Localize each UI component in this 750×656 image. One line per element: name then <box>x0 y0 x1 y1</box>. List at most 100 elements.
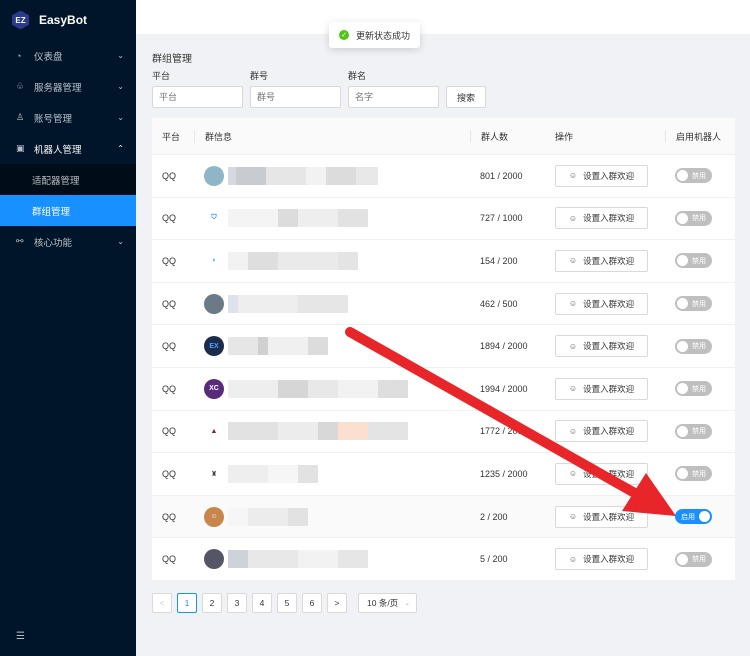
enable-bot-toggle[interactable]: 禁用 <box>675 381 712 397</box>
page-button[interactable]: 6 <box>302 592 322 613</box>
toggle-label: 禁用 <box>692 556 706 564</box>
redacted-group-name <box>228 209 368 228</box>
sidebar-item-core[interactable]: ⚯ 核心功能 ⌄ <box>0 226 136 257</box>
row-platform: QQ <box>162 554 177 565</box>
row-enable: 启用 <box>665 509 735 525</box>
page-button[interactable]: 3 <box>227 592 247 613</box>
search-button[interactable]: 搜索 <box>446 86 487 108</box>
col-platform: 平台 <box>162 131 181 142</box>
sidebar-item-groups[interactable]: 群组管理 <box>0 195 136 226</box>
row-actions: ☺ 设置入群欢迎 <box>545 548 665 571</box>
enable-bot-toggle[interactable]: 禁用 <box>675 253 712 269</box>
chevron-up-icon: ⌃ <box>117 144 124 153</box>
set-welcome-button[interactable]: ☺ 设置入群欢迎 <box>555 249 648 272</box>
row-enable: 禁用 <box>665 423 735 439</box>
row-platform: QQ <box>162 426 177 437</box>
row-group-info: ▲ <box>194 421 470 442</box>
set-welcome-label: 设置入群欢迎 <box>583 426 635 437</box>
enable-bot-toggle[interactable]: 启用 <box>675 509 712 525</box>
table-row: QQ EX 1894 / 2000 ☺ 设置入群欢迎 禁用 <box>152 325 735 368</box>
enable-bot-toggle[interactable]: 禁用 <box>675 466 712 482</box>
table-row: QQ ◗ 154 / 200 ☺ 设置入群欢迎 禁用 <box>152 240 735 283</box>
row-enable: 禁用 <box>665 296 735 312</box>
table-row: QQ XC 1994 / 2000 ☺ 设置入群欢迎 禁用 <box>152 368 735 411</box>
sidebar-item-dashboard[interactable]: ◔ 仪表盘 ⌄ <box>0 40 136 71</box>
enable-bot-toggle[interactable]: 禁用 <box>675 338 712 354</box>
platform-input[interactable] <box>152 86 243 108</box>
set-welcome-button[interactable]: ☺ 设置入群欢迎 <box>555 462 648 485</box>
sidebar-item-label: 核心功能 <box>34 237 73 249</box>
row-group-info <box>194 549 470 570</box>
toggle-knob <box>677 383 688 395</box>
set-welcome-button[interactable]: ☺ 设置入群欢迎 <box>555 164 648 187</box>
row-group-info: EX <box>194 336 470 357</box>
set-welcome-button[interactable]: ☺ 设置入群欢迎 <box>555 420 648 443</box>
toggle-knob <box>677 553 688 565</box>
row-group-info <box>194 293 470 314</box>
row-platform: QQ <box>162 383 177 394</box>
set-welcome-label: 设置入群欢迎 <box>583 213 635 224</box>
col-members: 群人数 <box>470 129 545 143</box>
toggle-label: 禁用 <box>692 172 706 180</box>
row-members: 727 / 1000 <box>480 213 523 224</box>
set-welcome-button[interactable]: ☺ 设置入群欢迎 <box>555 335 648 358</box>
enable-bot-toggle[interactable]: 禁用 <box>675 551 712 567</box>
enable-bot-toggle[interactable]: 禁用 <box>675 210 712 226</box>
redacted-group-name <box>228 507 308 526</box>
set-welcome-button[interactable]: ☺ 设置入群欢迎 <box>555 377 648 400</box>
row-actions: ☺ 设置入群欢迎 <box>545 292 665 315</box>
row-group-info: XC <box>194 378 470 399</box>
row-members: 462 / 500 <box>480 298 518 309</box>
set-welcome-button[interactable]: ☺ 设置入群欢迎 <box>555 548 648 571</box>
page-size-select[interactable]: 10 条/页 ⌄ <box>358 592 418 613</box>
row-group-info: ◗ <box>194 250 470 271</box>
row-actions: ☺ 设置入群欢迎 <box>545 249 665 272</box>
set-welcome-button[interactable]: ☺ 设置入群欢迎 <box>555 505 648 528</box>
next-page-button[interactable]: > <box>327 592 347 613</box>
enable-bot-toggle[interactable]: 禁用 <box>675 296 712 312</box>
page-button[interactable]: 5 <box>277 592 297 613</box>
group-name-input[interactable] <box>348 86 439 108</box>
page-button[interactable]: 4 <box>252 592 272 613</box>
row-actions: ☺ 设置入群欢迎 <box>545 377 665 400</box>
set-welcome-label: 设置入群欢迎 <box>583 341 635 352</box>
redacted-group-name <box>228 379 408 398</box>
core-icon: ⚯ <box>16 236 24 246</box>
row-members: 154 / 200 <box>480 255 518 266</box>
sidebar-item-label: 机器人管理 <box>34 144 82 156</box>
collapse-menu-icon[interactable]: ☰ <box>16 631 25 642</box>
redacted-group-name <box>228 294 348 313</box>
set-welcome-button[interactable]: ☺ 设置入群欢迎 <box>555 207 648 230</box>
set-welcome-button[interactable]: ☺ 设置入群欢迎 <box>555 292 648 315</box>
logo[interactable]: EZ EasyBot <box>0 0 136 40</box>
sidebar-item-robot[interactable]: ▣ 机器人管理 ⌃ <box>0 133 136 164</box>
set-welcome-label: 设置入群欢迎 <box>583 255 635 266</box>
prev-page-button[interactable]: < <box>152 592 172 613</box>
redacted-group-name <box>228 464 318 483</box>
enable-bot-toggle[interactable]: 禁用 <box>675 168 712 184</box>
table-row: QQ 462 / 500 ☺ 设置入群欢迎 禁用 <box>152 283 735 326</box>
row-members: 1994 / 2000 <box>480 383 528 394</box>
filter-bar: 平台 群号 群名 搜索 <box>152 71 734 108</box>
smile-icon: ☺ <box>568 256 578 266</box>
toggle-knob <box>677 340 688 352</box>
col-enable: 启用机器人 <box>665 129 735 143</box>
toggle-label: 禁用 <box>692 300 706 308</box>
sidebar-item-account[interactable]: ♙ 账号管理 ⌄ <box>0 102 136 133</box>
page-button[interactable]: 1 <box>177 592 197 613</box>
row-actions: ☺ 设置入群欢迎 <box>545 505 665 528</box>
sidebar-item-adapter[interactable]: 适配器管理 <box>0 164 136 195</box>
page-button[interactable]: 2 <box>202 592 222 613</box>
check-circle-icon: ✓ <box>339 30 349 40</box>
group-id-input[interactable] <box>250 86 341 108</box>
redacted-group-name <box>228 422 408 441</box>
enable-bot-toggle[interactable]: 禁用 <box>675 423 712 439</box>
row-members: 2 / 200 <box>480 511 508 522</box>
group-avatar: ☺ <box>204 506 224 527</box>
table-header: 平台 群信息 群人数 操作 启用机器人 <box>152 118 735 155</box>
sidebar-item-server[interactable]: ♧ 服务器管理 ⌄ <box>0 71 136 102</box>
group-avatar <box>204 293 224 314</box>
group-avatar: ♜ <box>204 463 224 484</box>
toggle-knob <box>677 170 688 182</box>
row-actions: ☺ 设置入群欢迎 <box>545 335 665 358</box>
